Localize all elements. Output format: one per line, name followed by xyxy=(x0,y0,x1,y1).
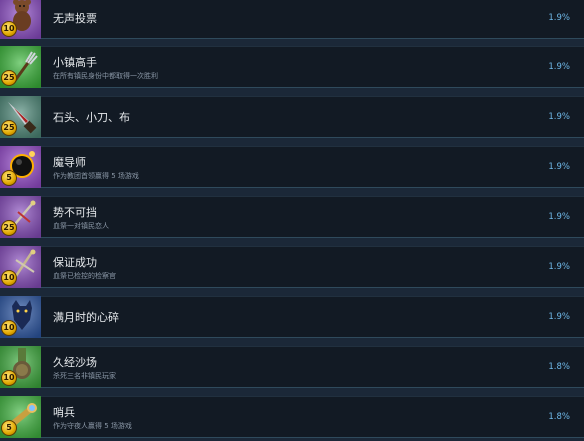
achievement-description: 作为教团首领赢得 5 场游戏 xyxy=(53,172,139,180)
row-divider xyxy=(0,346,584,347)
points-badge: 10 xyxy=(1,370,17,386)
achievement-description: 作为守夜人赢得 5 场游戏 xyxy=(53,422,132,430)
unlock-percentage: 1.9% xyxy=(548,162,570,172)
achievement-description: 杀死三名非镇民玩家 xyxy=(53,372,116,380)
achievement-description: 在所有镇民身份中都取得一次胜利 xyxy=(53,72,158,80)
achievement-title: 哨兵 xyxy=(53,406,75,419)
achievement-title: 小镇高手 xyxy=(53,56,97,69)
achievement-row[interactable]: 10 久经沙场杀死三名非镇民玩家 1.8% xyxy=(0,346,584,388)
unlock-percentage: 1.9% xyxy=(548,112,570,122)
points-badge: 25 xyxy=(1,70,17,86)
row-divider xyxy=(0,96,584,97)
row-divider xyxy=(0,246,584,247)
pitchfork-icon: 25 xyxy=(0,46,41,88)
achievement-row[interactable]: 10 满月时的心碎 1.9% xyxy=(0,296,584,338)
achievement-row[interactable]: 5 哨兵作为守夜人赢得 5 场游戏 1.8% xyxy=(0,396,584,438)
achievement-title: 保证成功 xyxy=(53,256,97,269)
unlock-percentage: 1.9% xyxy=(548,212,570,222)
row-divider xyxy=(0,46,584,47)
teddy-bear-icon: 10 xyxy=(0,0,41,39)
knife-icon: 25 xyxy=(0,96,41,138)
achievement-row[interactable]: 10 无声投票 1.9% xyxy=(0,0,584,39)
achievement-description: 血祭一对镇民恋人 xyxy=(53,222,109,230)
achievement-list: 10 无声投票 1.9% 25 小镇高手在所有镇民身份中都取得一次胜利 1.9% 25 石… xyxy=(0,0,584,441)
unlock-percentage: 1.9% xyxy=(548,13,570,23)
ritual-dagger-icon: 25 xyxy=(0,196,41,238)
points-badge: 10 xyxy=(1,270,17,286)
points-badge: 25 xyxy=(1,220,17,236)
achievement-title: 无声投票 xyxy=(53,12,97,25)
werewolf-icon: 10 xyxy=(0,296,41,338)
points-badge: 10 xyxy=(1,320,17,336)
achievement-row[interactable]: 25 小镇高手在所有镇民身份中都取得一次胜利 1.9% xyxy=(0,46,584,88)
points-badge: 5 xyxy=(1,420,17,436)
achievement-title: 满月时的心碎 xyxy=(53,311,119,324)
points-badge: 5 xyxy=(1,170,17,186)
unlock-percentage: 1.9% xyxy=(548,62,570,72)
row-divider xyxy=(0,396,584,397)
ritual-staff-icon: 10 xyxy=(0,246,41,288)
row-divider xyxy=(0,196,584,197)
achievement-title: 魔导师 xyxy=(53,156,86,169)
unlock-percentage: 1.9% xyxy=(548,262,570,272)
points-badge: 25 xyxy=(1,120,17,136)
spyglass-icon: 5 xyxy=(0,396,41,438)
unlock-percentage: 1.8% xyxy=(548,362,570,372)
unlock-percentage: 1.9% xyxy=(548,312,570,322)
unlock-percentage: 1.8% xyxy=(548,412,570,422)
points-badge: 10 xyxy=(1,21,17,37)
achievement-row[interactable]: 5 魔导师作为教团首领赢得 5 场游戏 1.9% xyxy=(0,146,584,188)
achievement-row[interactable]: 25 石头、小刀、布 1.9% xyxy=(0,96,584,138)
achievement-row[interactable]: 25 势不可挡血祭一对镇民恋人 1.9% xyxy=(0,196,584,238)
achievement-title: 势不可挡 xyxy=(53,206,97,219)
row-divider xyxy=(0,296,584,297)
row-divider xyxy=(0,146,584,147)
achievement-title: 石头、小刀、布 xyxy=(53,111,130,124)
dark-orb-icon: 5 xyxy=(0,146,41,188)
medal-icon: 10 xyxy=(0,346,41,388)
achievement-description: 血祭已检控的检察官 xyxy=(53,272,116,280)
achievement-title: 久经沙场 xyxy=(53,356,97,369)
achievement-row[interactable]: 10 保证成功血祭已检控的检察官 1.9% xyxy=(0,246,584,288)
